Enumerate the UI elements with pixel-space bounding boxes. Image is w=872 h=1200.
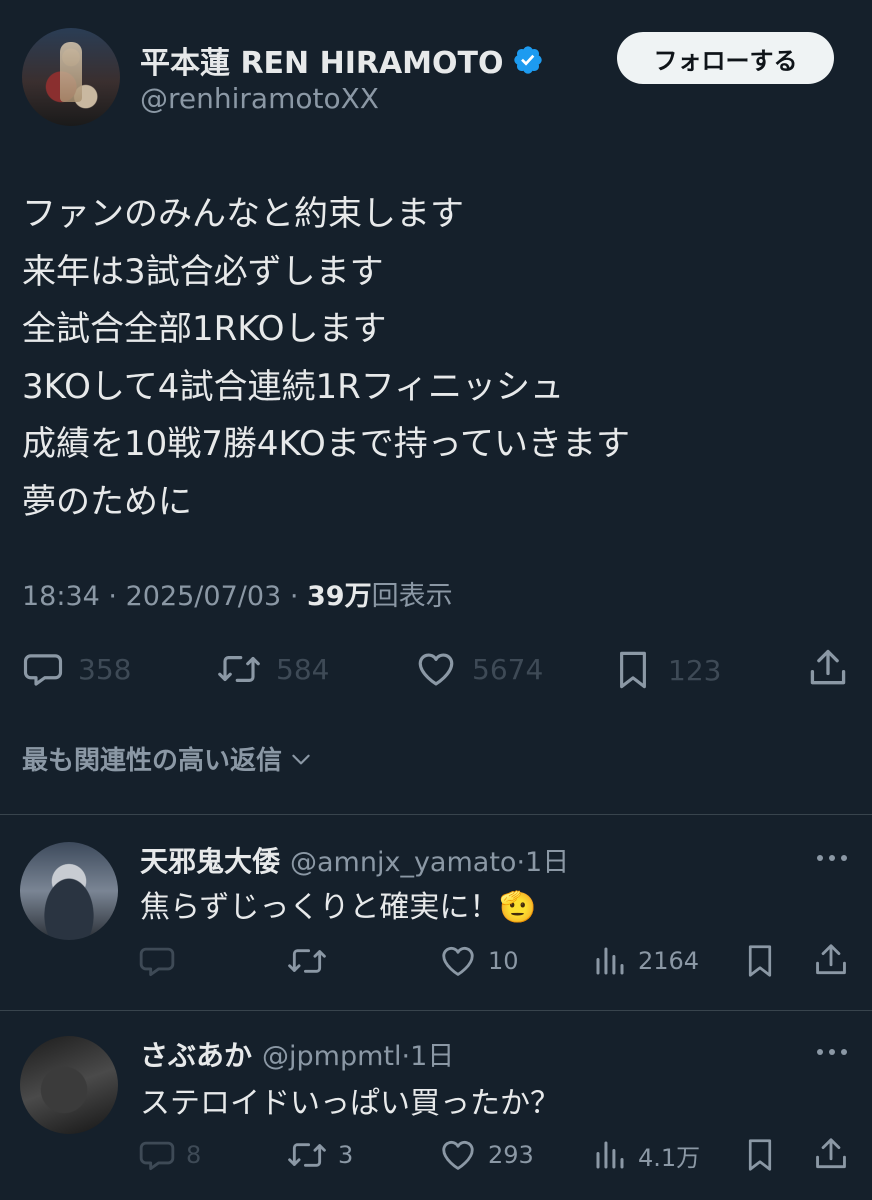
reply-action[interactable]: 8 bbox=[138, 1136, 201, 1174]
author-name[interactable]: 平本蓮 REN HIRAMOTO bbox=[140, 38, 504, 82]
tweet-text-line: ファンのみんなと約束します bbox=[22, 194, 464, 234]
tweet-time[interactable]: 18:34 bbox=[22, 581, 100, 612]
like-count: 293 bbox=[488, 1141, 534, 1169]
views-count: 39万 bbox=[307, 581, 372, 612]
retweet-count: 584 bbox=[276, 652, 330, 686]
replies-sort-dropdown[interactable]: 最も関連性の高い返信 bbox=[22, 740, 314, 777]
chevron-down-icon bbox=[292, 754, 310, 764]
reply-text: ステロイドいっぱい買ったか？ bbox=[140, 1086, 560, 1121]
reply-author-handle[interactable]: @jpmpmtl bbox=[262, 1041, 401, 1072]
author-name-row[interactable]: 平本蓮 REN HIRAMOTO bbox=[140, 38, 544, 82]
replies-sort-label: 最も関連性の高い返信 bbox=[22, 746, 283, 776]
bookmark-icon[interactable] bbox=[742, 1136, 778, 1174]
like-action[interactable]: 293 bbox=[438, 1136, 534, 1174]
like-count: 10 bbox=[488, 947, 519, 975]
more-icon[interactable] bbox=[812, 1042, 852, 1062]
reply-action[interactable] bbox=[138, 942, 186, 980]
retweet-action[interactable]: 3 bbox=[286, 1136, 353, 1174]
reply-age: ·1日 bbox=[401, 1041, 455, 1072]
reply-age: ·1日 bbox=[516, 847, 570, 878]
retweet-icon bbox=[218, 656, 260, 682]
author-handle[interactable]: @renhiramotoXX bbox=[140, 82, 379, 115]
tweet-text-line: 来年は3試合必ずします bbox=[22, 251, 384, 292]
like-action[interactable]: 10 bbox=[438, 942, 519, 980]
views-icon bbox=[596, 1141, 624, 1169]
meta-separator: · bbox=[108, 581, 117, 612]
share-icon[interactable] bbox=[812, 940, 850, 980]
like-icon bbox=[442, 946, 474, 976]
reply-avatar[interactable] bbox=[20, 1036, 118, 1134]
retweet-action[interactable] bbox=[286, 942, 338, 980]
like-count: 5674 bbox=[472, 652, 544, 686]
reply-author-name[interactable]: さぶあか bbox=[140, 1034, 252, 1074]
tweet-text-line: 全試合全部1RKOします bbox=[22, 309, 387, 349]
bookmark-icon[interactable] bbox=[742, 942, 778, 980]
reply-icon bbox=[23, 654, 63, 686]
tweet-text-line: 夢のために bbox=[22, 481, 192, 522]
like-icon bbox=[418, 653, 454, 686]
views-count: 2164 bbox=[638, 947, 700, 975]
verified-badge-icon bbox=[513, 46, 542, 74]
retweet-action[interactable]: 584 bbox=[216, 648, 329, 690]
author-avatar[interactable] bbox=[22, 28, 120, 126]
reply-author-name[interactable]: 天邪鬼大倭 bbox=[140, 840, 280, 880]
views-label: 回表示 bbox=[371, 581, 453, 612]
reply-icon bbox=[139, 1141, 175, 1171]
meta-separator: · bbox=[289, 581, 299, 612]
reply-avatar[interactable] bbox=[20, 842, 118, 940]
reply-header: さぶあか @jpmpmtl ·1日 bbox=[140, 1034, 454, 1074]
reply-text: 焦らずじっくりと確実に！🫡 bbox=[140, 890, 537, 925]
divider bbox=[0, 1010, 872, 1011]
reply-count: 8 bbox=[186, 1141, 202, 1169]
retweet-icon bbox=[288, 1143, 326, 1167]
more-icon[interactable] bbox=[812, 848, 852, 868]
views-icon bbox=[596, 947, 624, 975]
retweet-count: 3 bbox=[338, 1141, 354, 1169]
views-action[interactable]: 4.1万 bbox=[592, 1136, 700, 1174]
like-icon bbox=[442, 1140, 474, 1170]
retweet-icon bbox=[288, 949, 326, 973]
tweet-text-line: 成績を10戦7勝4KOまで持っていきます bbox=[22, 424, 631, 464]
tweet-meta: 18:34 · 2025/07/03 · 39万回表示 bbox=[22, 574, 453, 613]
views-action[interactable]: 2164 bbox=[592, 942, 699, 980]
reply-icon bbox=[139, 947, 175, 977]
like-action[interactable]: 5674 bbox=[414, 648, 543, 690]
reply-action[interactable]: 358 bbox=[22, 648, 131, 690]
tweet-text: ファンのみんなと約束します 来年は3試合必ずします 全試合全部1RKOします 3… bbox=[22, 186, 852, 531]
reply-author-handle[interactable]: @amnjx_yamato bbox=[290, 847, 516, 878]
share-icon bbox=[810, 649, 846, 685]
reply-count: 358 bbox=[78, 652, 132, 686]
reply-header: 天邪鬼大倭 @amnjx_yamato ·1日 bbox=[140, 840, 569, 880]
tweet-date[interactable]: 2025/07/03 bbox=[126, 581, 282, 612]
divider bbox=[0, 814, 872, 815]
views-count: 4.1万 bbox=[638, 1143, 701, 1172]
bookmark-icon bbox=[620, 651, 646, 689]
bookmark-count: 123 bbox=[668, 653, 722, 687]
share-icon[interactable] bbox=[812, 1134, 850, 1174]
follow-button[interactable]: フォローする bbox=[617, 32, 834, 84]
tweet-text-line: 3KOして4試合連続1Rフィニッシュ bbox=[22, 366, 565, 407]
share-action[interactable] bbox=[806, 646, 850, 690]
bookmark-action[interactable]: 123 bbox=[612, 648, 721, 692]
